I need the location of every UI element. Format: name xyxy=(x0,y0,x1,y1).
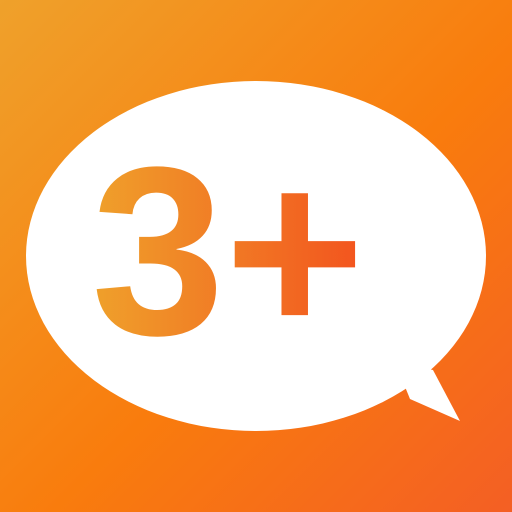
icon-label: 3+ xyxy=(91,117,365,385)
app-icon: 3+ xyxy=(0,0,512,512)
icon-canvas: 3+ xyxy=(0,0,512,512)
